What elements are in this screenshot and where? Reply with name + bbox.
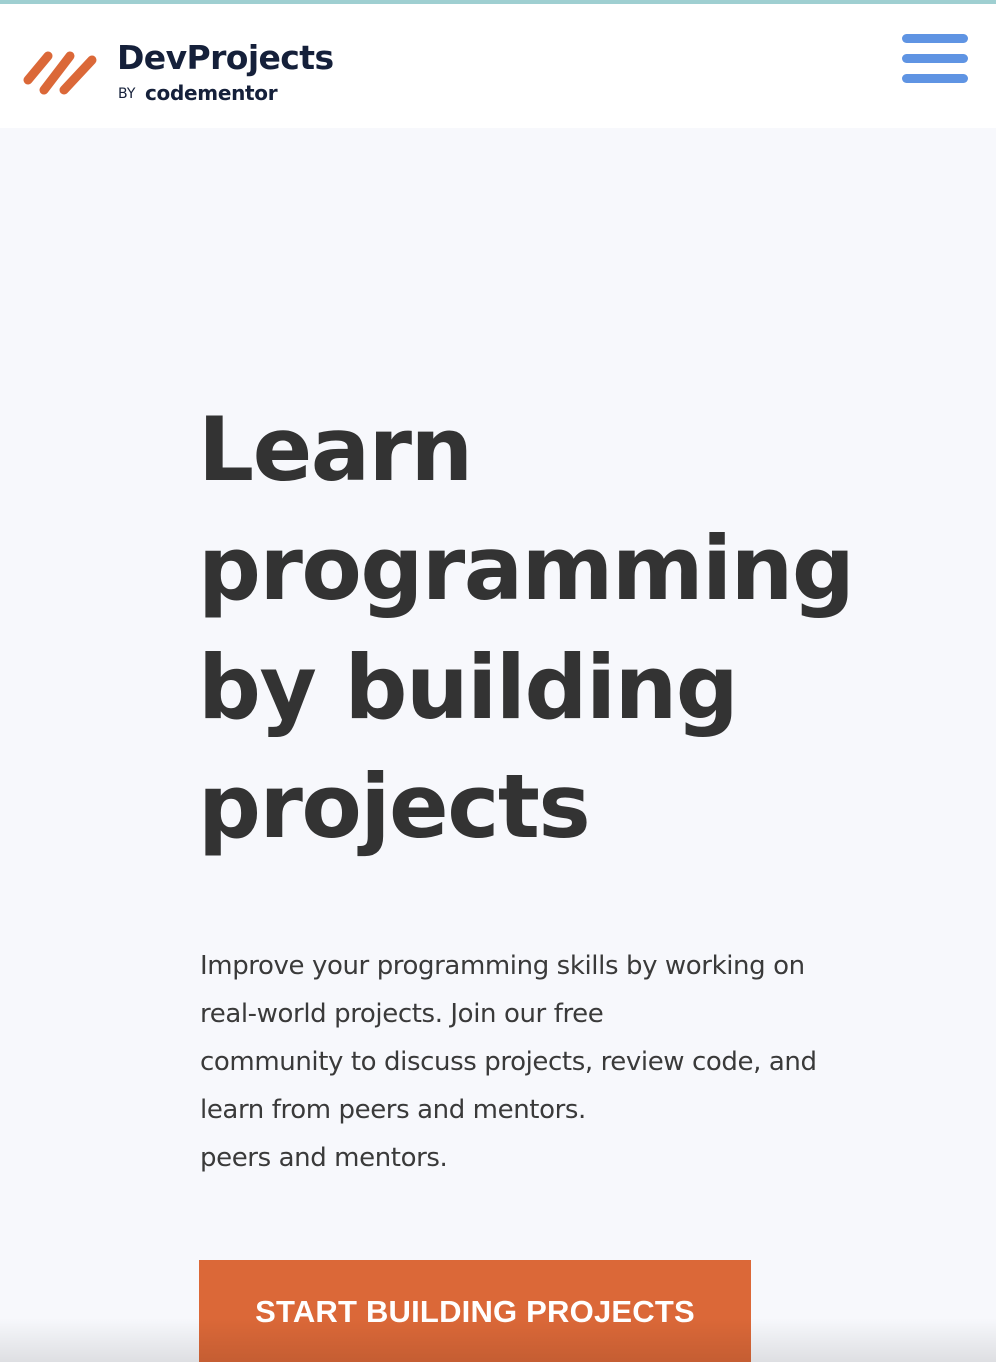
hero-description-line: community to discuss projects, review co… <box>200 1047 817 1077</box>
start-building-projects-button[interactable]: START BUILDING PROJECTS <box>199 1260 751 1362</box>
brand-name: DevProjects <box>117 38 334 77</box>
brand-codementor: codementor <box>145 81 278 105</box>
hero-description: Improve your programming skills by worki… <box>200 942 900 1182</box>
site-header: DevProjects BY codementor <box>0 4 996 128</box>
devprojects-logo-link[interactable]: DevProjects BY codementor <box>22 38 352 108</box>
hero-title-line: Learn <box>198 398 473 501</box>
hero-title-line: by building <box>198 636 739 739</box>
hamburger-menu-button[interactable] <box>898 34 970 88</box>
hero-description-line: peers and mentors. <box>200 1143 448 1173</box>
hamburger-menu-icon <box>902 34 968 83</box>
diagonal-stripes-logo-icon <box>23 51 97 95</box>
brand-by-label: BY <box>118 86 136 102</box>
page: DevProjects BY codementor Learn programm… <box>0 0 996 1362</box>
hero-title-line: programming <box>198 517 855 620</box>
hero-description-line: real-world projects. Join our free <box>200 999 604 1029</box>
hero-description-line: learn from peers and mentors. <box>200 1095 586 1125</box>
hero-title: Learn programming by building projects <box>198 390 898 866</box>
hero-title-line: projects <box>198 755 591 858</box>
hero-description-line: Improve your programming skills by worki… <box>200 951 805 981</box>
